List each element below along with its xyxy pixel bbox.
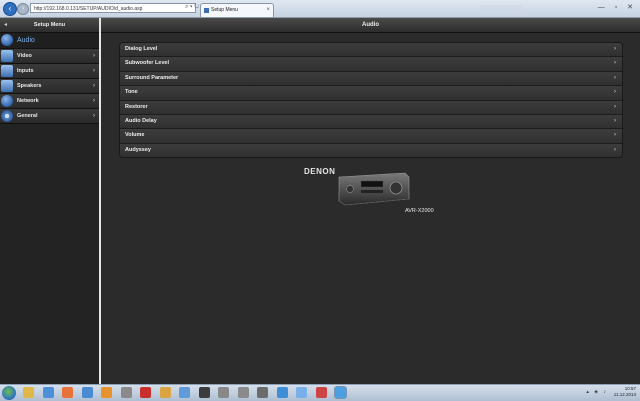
folder-icon[interactable] [23, 387, 34, 398]
chevron-right-icon: › [614, 60, 616, 67]
app-icon[interactable] [257, 387, 268, 398]
speaker-config-icon [1, 80, 13, 92]
menu-item-label: Tone [125, 89, 138, 96]
clock[interactable]: 10:57 11.12.2013 [614, 386, 636, 398]
start-button[interactable] [2, 386, 16, 400]
menu-item-volume[interactable]: Volume › [120, 129, 622, 144]
sidebar-item-label: Audio [17, 37, 35, 44]
sidebar-header: ◂ Setup Menu [0, 18, 99, 33]
menu-item-surround-parameter[interactable]: Surround Parameter › [120, 71, 622, 87]
chevron-right-icon: › [614, 46, 616, 52]
firefox-icon[interactable] [62, 387, 73, 398]
browser-chrome: ‹ › http://192.168.0.131/SETUP/AUDIO/d_a… [0, 0, 640, 18]
chevron-right-icon: › [614, 103, 616, 110]
chevron-right-icon: › [614, 132, 616, 139]
new-tab-area[interactable] [480, 5, 522, 13]
input-icon [1, 65, 13, 77]
chevron-right-icon: › [93, 98, 95, 104]
menu-item-label: Volume [125, 132, 145, 139]
chevron-right-icon: › [614, 74, 616, 81]
taskbar: ▴ ◈ ♪ 10:57 11.12.2013 [0, 384, 640, 401]
menu-item-label: Audio Delay [125, 117, 157, 124]
browser-tab[interactable]: Setup Menu × [200, 3, 274, 17]
sidebar-item-network[interactable]: Network › [0, 94, 99, 109]
app-icon[interactable] [81, 387, 93, 398]
app-icon[interactable] [296, 387, 307, 398]
monitor-icon [1, 50, 13, 62]
menu-item-label: Audyssey [125, 146, 151, 153]
chevron-right-icon: › [93, 68, 95, 74]
brand-logo: DENON [304, 167, 336, 176]
sidebar-title: Setup Menu [33, 22, 66, 28]
chevron-right-icon: › [93, 113, 95, 119]
page-title: Audio [362, 22, 379, 28]
setup-sidebar: ◂ Setup Menu Audio Video › Inputs › Spea… [0, 18, 99, 384]
app-icon[interactable] [315, 387, 327, 398]
menu-item-tone[interactable]: Tone › [120, 86, 622, 101]
chevron-right-icon: › [614, 117, 616, 124]
sidebar-item-label: Speakers [17, 83, 42, 89]
app-icon[interactable] [237, 387, 249, 398]
chevron-right-icon: › [614, 146, 616, 153]
menu-item-subwoofer-level[interactable]: Subwoofer Level › [120, 57, 622, 72]
app-icon[interactable] [140, 387, 151, 398]
chevron-right-icon: › [614, 89, 616, 96]
menu-item-label: Surround Parameter [125, 74, 179, 81]
main-header: Audio [101, 18, 640, 33]
sidebar-item-label: Video [17, 53, 32, 59]
clock-date: 11.12.2013 [613, 392, 636, 397]
app-icon[interactable] [198, 387, 210, 398]
window-controls[interactable]: — ▫ ✕ [598, 3, 637, 11]
sidebar-item-label: General [17, 113, 38, 119]
sidebar-item-video[interactable]: Video › [0, 49, 99, 64]
chevron-right-icon: › [93, 53, 95, 59]
tray-icons[interactable]: ▴ ◈ ♪ [586, 389, 608, 395]
sidebar-item-speakers[interactable]: Speakers › [0, 79, 99, 94]
menu-item-audyssey[interactable]: Audyssey › [120, 143, 622, 158]
tab-favicon-icon [204, 8, 209, 13]
menu-item-label: Restorer [125, 103, 148, 110]
sidebar-item-inputs[interactable]: Inputs › [0, 64, 99, 79]
receiver-image [338, 172, 410, 206]
sidebar-item-label: Network [17, 98, 39, 104]
globe-icon [1, 95, 13, 107]
panel-divider [99, 18, 101, 384]
back-button[interactable]: ‹ [3, 2, 17, 16]
media-player-icon[interactable] [42, 387, 54, 398]
speaker-icon [1, 34, 13, 46]
menu-item-restorer[interactable]: Restorer › [120, 100, 622, 115]
chevron-right-icon: › [93, 83, 95, 89]
menu-item-label: Subwoofer Level [125, 60, 170, 67]
audio-menu-list: Dialog Level › Subwoofer Level › Surroun… [119, 42, 623, 159]
menu-item-label: Dialog Level [125, 46, 158, 52]
forward-button[interactable]: › [17, 3, 29, 15]
model-label: AVR-X2000 [405, 208, 434, 214]
app-icon[interactable] [120, 387, 132, 398]
gear-icon [1, 110, 13, 122]
address-bar[interactable]: http://192.168.0.131/SETUP/AUDIO/d_audio… [30, 3, 196, 13]
internet-explorer-icon[interactable] [334, 386, 347, 399]
menu-item-dialog-level[interactable]: Dialog Level › [120, 43, 622, 58]
app-icon[interactable] [179, 387, 190, 398]
menu-item-audio-delay[interactable]: Audio Delay › [120, 114, 622, 130]
tab-title: Setup Menu [211, 7, 238, 13]
chrome-icon[interactable] [276, 387, 288, 398]
app-icon[interactable] [218, 387, 229, 398]
pet-icon[interactable] [101, 387, 112, 398]
sidebar-item-general[interactable]: General › [0, 109, 99, 124]
tab-close-icon[interactable]: × [266, 4, 270, 17]
sidebar-item-label: Inputs [17, 68, 34, 74]
app-icon[interactable] [159, 387, 171, 398]
sidebar-item-audio[interactable]: Audio [0, 33, 99, 49]
